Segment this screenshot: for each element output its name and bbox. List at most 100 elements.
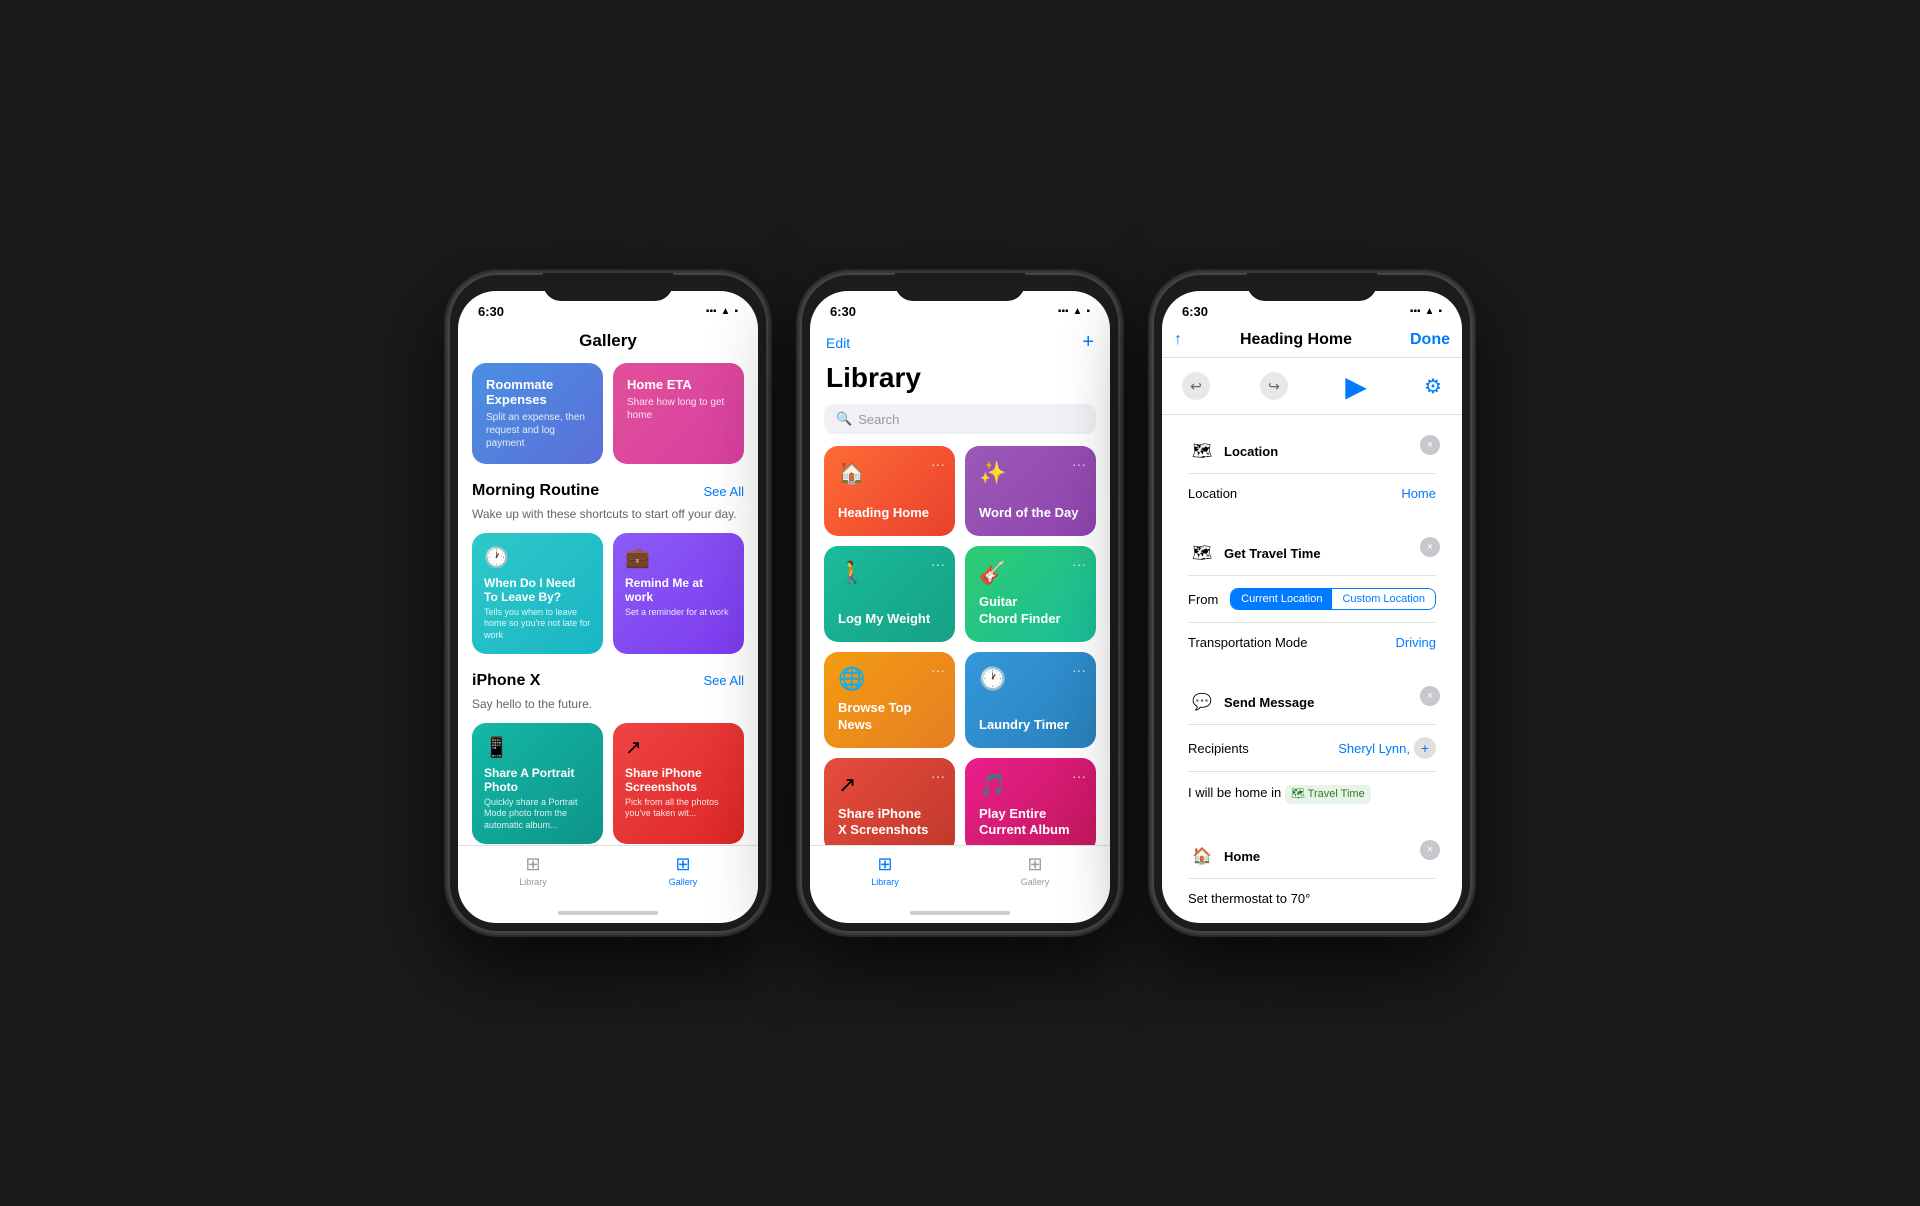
iphone-see-all[interactable]: See All xyxy=(704,673,744,688)
add-button[interactable]: + xyxy=(1082,331,1094,354)
divider-5 xyxy=(1188,771,1436,772)
notch-3 xyxy=(1247,273,1377,301)
card-menu-4[interactable]: ··· xyxy=(1072,556,1086,572)
message-close[interactable]: × xyxy=(1420,686,1440,706)
tab-library-1[interactable]: ⊞ Library xyxy=(458,854,608,887)
screenshots-card[interactable]: ↗ Share iPhone Screenshots Pick from all… xyxy=(613,723,744,844)
browse-news-card[interactable]: ··· 🌐 Browse Top News xyxy=(824,652,955,748)
time-3: 6:30 xyxy=(1182,304,1208,319)
custom-location-option[interactable]: Custom Location xyxy=(1332,589,1435,609)
globe-icon: 🌐 xyxy=(838,666,941,692)
home-action-title: Home xyxy=(1224,849,1260,864)
word-of-day-label: Word of the Day xyxy=(979,505,1082,522)
card-menu-1[interactable]: ··· xyxy=(931,456,945,472)
roommate-desc: Split an expense, then request and log p… xyxy=(486,411,589,450)
thermostat-label: Set thermostat to 70° xyxy=(1188,891,1310,906)
message-icon: 💬 xyxy=(1188,688,1216,716)
divider-2 xyxy=(1188,575,1436,576)
time-2: 6:30 xyxy=(830,304,856,319)
remind-me-title: Remind Me at work xyxy=(625,576,732,604)
log-weight-label: Log My Weight xyxy=(838,611,941,628)
from-row: From Current Location Custom Location xyxy=(1188,584,1436,614)
morning-subtitle: Wake up with these shortcuts to start of… xyxy=(458,506,758,533)
home-eta-card[interactable]: Home ETA Share how long to get home xyxy=(613,363,744,464)
remind-me-desc: Set a reminder for at work xyxy=(625,607,732,619)
transport-label: Transportation Mode xyxy=(1188,635,1307,650)
play-album-card[interactable]: ··· 🎵 Play EntireCurrent Album xyxy=(965,758,1096,845)
recipients-row: Recipients Sheryl Lynn, + xyxy=(1188,733,1436,763)
laundry-timer-card[interactable]: ··· 🕐 Laundry Timer xyxy=(965,652,1096,748)
guitar-chord-card[interactable]: ··· 🎸 GuitarChord Finder xyxy=(965,546,1096,642)
time-1: 6:30 xyxy=(478,304,504,319)
gallery-icon-2: ⊞ xyxy=(1027,854,1042,875)
card-menu-8[interactable]: ··· xyxy=(1072,768,1086,784)
location-block: 🗺 Location × Location Home xyxy=(1174,425,1450,517)
home-close[interactable]: × xyxy=(1420,840,1440,860)
word-of-day-card[interactable]: ··· ✨ Word of the Day xyxy=(965,446,1096,536)
tab-gallery-2[interactable]: ⊞ Gallery xyxy=(960,854,1110,887)
iphone-subtitle: Say hello to the future. xyxy=(458,696,758,723)
message-block: 💬 Send Message × Recipients Sheryl Lynn,… xyxy=(1174,676,1450,820)
roommate-card[interactable]: Roommate Expenses Split an expense, then… xyxy=(472,363,603,464)
featured-section: Roommate Expenses Split an expense, then… xyxy=(458,363,758,478)
library-icon-2: ⊞ xyxy=(877,854,892,875)
tab-gallery-label-1: Gallery xyxy=(669,877,698,887)
recipients-value: Sheryl Lynn, xyxy=(1338,741,1410,756)
detail-nav: ↑ Heading Home Done xyxy=(1162,327,1462,358)
search-bar-2[interactable]: 🔍 Search xyxy=(824,404,1096,434)
wifi-icon: ▲ xyxy=(721,306,731,317)
screen-3: 6:30 ▪▪▪ ▲ ▪ ↑ Heading Home Done ↩ ↪ ▶ ⚙ xyxy=(1162,291,1462,923)
travel-header: 🗺 Get Travel Time xyxy=(1188,539,1436,567)
location-toggle[interactable]: Current Location Custom Location xyxy=(1230,588,1436,610)
settings-icon[interactable]: ⚙ xyxy=(1424,374,1442,399)
card-menu-3[interactable]: ··· xyxy=(931,556,945,572)
home-action-icon: 🏠 xyxy=(1188,842,1216,870)
guitar-icon: 🎸 xyxy=(979,560,1082,586)
location-row: Location Home xyxy=(1188,482,1436,505)
detail-title: Heading Home xyxy=(1240,331,1352,349)
share-screenshots-label: Share iPhoneX Screenshots xyxy=(838,806,941,840)
battery-icon: ▪ xyxy=(734,306,738,317)
travel-time-badge: 🗺 Travel Time xyxy=(1285,785,1371,804)
leave-by-card[interactable]: 🕐 When Do I Need To Leave By? Tells you … xyxy=(472,533,603,654)
morning-cards: 🕐 When Do I Need To Leave By? Tells you … xyxy=(458,533,758,668)
walk-icon: 🚶 xyxy=(838,560,941,586)
travel-close[interactable]: × xyxy=(1420,537,1440,557)
card-menu-5[interactable]: ··· xyxy=(931,662,945,678)
gallery-screen: Gallery Roommate Expenses Split an expen… xyxy=(458,327,758,845)
card-menu-2[interactable]: ··· xyxy=(1072,456,1086,472)
add-recipient-button[interactable]: + xyxy=(1414,737,1436,759)
leave-by-title: When Do I Need To Leave By? xyxy=(484,576,591,604)
leave-by-desc: Tells you when to leave home so you're n… xyxy=(484,607,591,642)
share-screenshots-card[interactable]: ··· ↗ Share iPhoneX Screenshots xyxy=(824,758,955,845)
edit-button[interactable]: Edit xyxy=(826,335,850,351)
library-title: Library xyxy=(810,362,1110,404)
remind-me-card[interactable]: 💼 Remind Me at work Set a reminder for a… xyxy=(613,533,744,654)
share-button[interactable]: ↑ xyxy=(1174,331,1182,349)
done-button[interactable]: Done xyxy=(1410,331,1450,349)
clock-icon: 🕐 xyxy=(484,545,591,570)
tab-library-label-1: Library xyxy=(519,877,547,887)
forward-icon[interactable]: ↪ xyxy=(1260,372,1288,400)
browse-news-label: Browse Top News xyxy=(838,700,941,734)
morning-title: Morning Routine xyxy=(472,482,599,500)
phone-3: 6:30 ▪▪▪ ▲ ▪ ↑ Heading Home Done ↩ ↪ ▶ ⚙ xyxy=(1152,273,1472,933)
gallery-icon-1: ⊞ xyxy=(675,854,690,875)
morning-see-all[interactable]: See All xyxy=(704,484,744,499)
current-location-option[interactable]: Current Location xyxy=(1231,589,1332,609)
tab-gallery-1[interactable]: ⊞ Gallery xyxy=(608,854,758,887)
heading-home-card[interactable]: ··· 🏠 Heading Home xyxy=(824,446,955,536)
tab-library-label-2: Library xyxy=(871,877,899,887)
play-button[interactable]: ▶ xyxy=(1338,368,1374,404)
location-close[interactable]: × xyxy=(1420,435,1440,455)
portrait-card[interactable]: 📱 Share A Portrait Photo Quickly share a… xyxy=(472,723,603,844)
timer-icon: 🕐 xyxy=(979,666,1082,692)
card-menu-6[interactable]: ··· xyxy=(1072,662,1086,678)
detail-screen: ↑ Heading Home Done ↩ ↪ ▶ ⚙ 🗺 Location × xyxy=(1162,327,1462,923)
message-header: 💬 Send Message xyxy=(1188,688,1436,716)
log-weight-card[interactable]: ··· 🚶 Log My Weight xyxy=(824,546,955,642)
back-icon[interactable]: ↩ xyxy=(1182,372,1210,400)
tab-gallery-label-2: Gallery xyxy=(1021,877,1050,887)
card-menu-7[interactable]: ··· xyxy=(931,768,945,784)
tab-library-2[interactable]: ⊞ Library xyxy=(810,854,960,887)
